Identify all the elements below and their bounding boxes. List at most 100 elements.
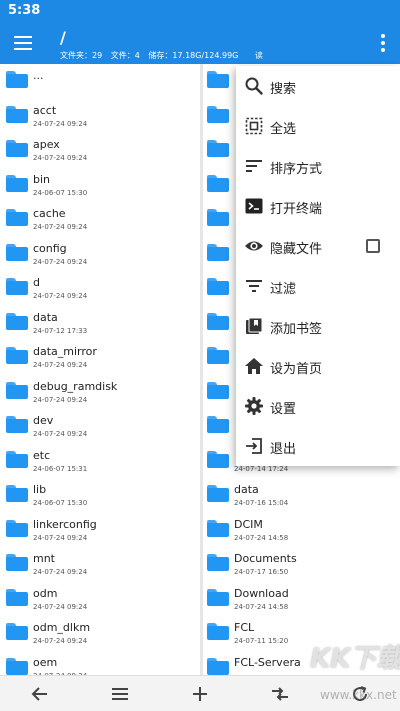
file-date: 24-07-24 14:58 xyxy=(234,602,289,611)
list-icon[interactable] xyxy=(108,682,132,706)
menu-item-exit[interactable]: 退出 xyxy=(236,426,400,466)
file-date: 24-07-24 09:24 xyxy=(33,119,88,128)
file-list-item[interactable]: odm_dlkm 24-07-24 09:24 xyxy=(0,616,200,651)
left-file-pane[interactable]: ... acct 24-07-24 09:24 apex 24-07-24 09:24 b… xyxy=(0,64,200,675)
menu-item-set-home[interactable]: 设为首页 xyxy=(236,346,400,386)
menu-item-terminal[interactable]: 打开终端 xyxy=(236,186,400,226)
current-path: / xyxy=(60,28,66,47)
folder-icon xyxy=(6,174,28,192)
folder-icon xyxy=(6,105,28,123)
menu-item-sort[interactable]: 排序方式 xyxy=(236,146,400,186)
menu-item-search[interactable]: 搜索 xyxy=(236,66,400,106)
file-list-item[interactable]: bin 24-06-07 15:30 xyxy=(0,168,200,203)
folder-icon xyxy=(6,71,28,88)
file-list-item[interactable]: DCIM 24-07-24 14:58 xyxy=(203,513,400,548)
folder-icon xyxy=(6,416,28,433)
folder-icon xyxy=(6,519,28,537)
file-list-item[interactable]: data 24-07-16 15:04 xyxy=(203,478,400,513)
hidden-files-checkbox[interactable] xyxy=(366,239,380,253)
menu-item-hidden-files[interactable]: 隐藏文件 xyxy=(236,226,400,266)
search-icon xyxy=(245,77,263,95)
gear-icon xyxy=(245,397,263,415)
file-name: etc xyxy=(33,448,51,462)
file-name: FCL xyxy=(234,621,255,634)
file-list-item[interactable]: lib 24-06-07 15:30 xyxy=(0,478,200,513)
file-list-item[interactable]: config 24-07-24 09:24 xyxy=(0,237,200,272)
plus-icon[interactable] xyxy=(188,682,212,706)
file-name: odm_dlkm xyxy=(33,621,91,634)
file-list-item[interactable]: oem24-07-24 09:24 xyxy=(0,651,200,675)
file-list-item[interactable]: ... xyxy=(0,64,200,99)
file-date: 24-07-17 16:50 xyxy=(234,568,289,576)
menu-label-sort: 排序方式 xyxy=(270,162,323,177)
menu-label-filter: 过滤 xyxy=(270,282,297,297)
file-date: 24-07-24 09:24 xyxy=(33,602,88,611)
file-list-item[interactable]: d 24-07-24 09:24 xyxy=(0,271,200,306)
storage-usage: 储存：17.18G/124.99G xyxy=(148,51,239,60)
file-list-item[interactable]: Download 24-07-24 14:58 xyxy=(203,582,400,617)
menu-label-select-all: 全选 xyxy=(270,122,297,137)
file-list-item[interactable]: debug_ramdisk 24-07-24 09:24 xyxy=(0,375,200,410)
file-name: data xyxy=(234,483,259,496)
file-name: config xyxy=(33,241,67,255)
file-list-item[interactable]: acct 24-07-24 09:24 xyxy=(0,99,200,134)
file-date: 24-07-24 09:24 xyxy=(33,292,88,300)
filter-icon xyxy=(246,280,262,292)
sort-icon xyxy=(246,160,262,172)
folder-icon xyxy=(6,657,28,675)
file-list-item[interactable]: apex 24-07-24 09:24 xyxy=(0,133,200,168)
folder-icon xyxy=(207,450,229,468)
file-name: odm xyxy=(33,586,58,600)
file-name: FCL-Servera xyxy=(234,655,301,669)
file-list-item[interactable]: cache 24-07-24 09:24 xyxy=(0,202,200,237)
file-list-item[interactable]: Documents 24-07-17 16:50 xyxy=(203,547,400,582)
menu-icon[interactable] xyxy=(14,36,32,50)
watermark: KK下载 www.kkx.net xyxy=(310,638,400,708)
folder-icon xyxy=(207,209,229,226)
file-date: 24-06-07 15:30 xyxy=(33,499,88,507)
file-list-item[interactable]: data_mirror 24-07-24 09:24 xyxy=(0,340,200,375)
file-name: lib xyxy=(33,483,47,496)
menu-label-search: 搜索 xyxy=(270,82,297,97)
file-name: Documents xyxy=(234,552,297,565)
folder-icon xyxy=(6,450,28,468)
file-list-item[interactable]: linkerconfig 24-07-24 09:24 xyxy=(0,513,200,548)
select-all-icon xyxy=(245,117,263,135)
file-list-item[interactable]: data 24-07-12 17:33 xyxy=(0,306,200,341)
file-date: 24-07-12 17:33 xyxy=(33,326,88,335)
folder-icon xyxy=(6,347,28,364)
menu-label-settings: 设置 xyxy=(270,402,297,417)
file-date: 24-06-07 15:31 xyxy=(33,464,88,473)
status-bar: 5:38 xyxy=(0,0,400,22)
file-date: 24-07-24 09:24 xyxy=(33,568,88,576)
menu-item-add-bookmark[interactable]: 添加书签 xyxy=(236,306,400,346)
menu-item-settings[interactable]: 设置 xyxy=(236,386,400,426)
menu-item-select-all[interactable]: 全选 xyxy=(236,106,400,146)
file-date: 24-07-11 15:20 xyxy=(234,637,289,645)
home-icon xyxy=(245,358,263,374)
file-list-item[interactable]: mnt 24-07-24 09:24 xyxy=(0,547,200,582)
file-date: 24-07-24 09:24 xyxy=(33,361,88,369)
swap-icon[interactable] xyxy=(268,682,292,706)
more-options-icon[interactable] xyxy=(376,34,390,54)
back-arrow-icon[interactable] xyxy=(28,682,52,706)
file-name: DCIM xyxy=(234,517,263,531)
file-date: 24-07-24 09:24 xyxy=(33,395,88,404)
file-list-item[interactable]: dev 24-07-24 09:24 xyxy=(0,409,200,444)
file-name: d xyxy=(33,276,40,289)
file-list-item[interactable]: odm 24-07-24 09:24 xyxy=(0,582,200,617)
file-list-item[interactable]: etc 24-06-07 15:31 xyxy=(0,444,200,479)
access-mode: 读 xyxy=(254,51,263,60)
file-name: linkerconfig xyxy=(33,517,97,531)
file-date: 24-07-24 09:24 xyxy=(33,223,88,231)
menu-item-filter[interactable]: 过滤 xyxy=(236,266,400,306)
storage-stats: 文件夹：29 文件：4 储存：17.18G/124.99G 读 xyxy=(60,50,269,61)
folder-icon xyxy=(207,243,229,261)
folder-icon xyxy=(6,554,28,571)
folder-icon xyxy=(6,278,28,295)
folder-icon xyxy=(207,105,229,123)
folder-icon xyxy=(6,209,28,226)
file-date: 24-07-24 09:24 xyxy=(33,430,88,438)
file-name: data_mirror xyxy=(33,345,97,358)
file-date: 24-07-16 15:04 xyxy=(234,499,289,507)
